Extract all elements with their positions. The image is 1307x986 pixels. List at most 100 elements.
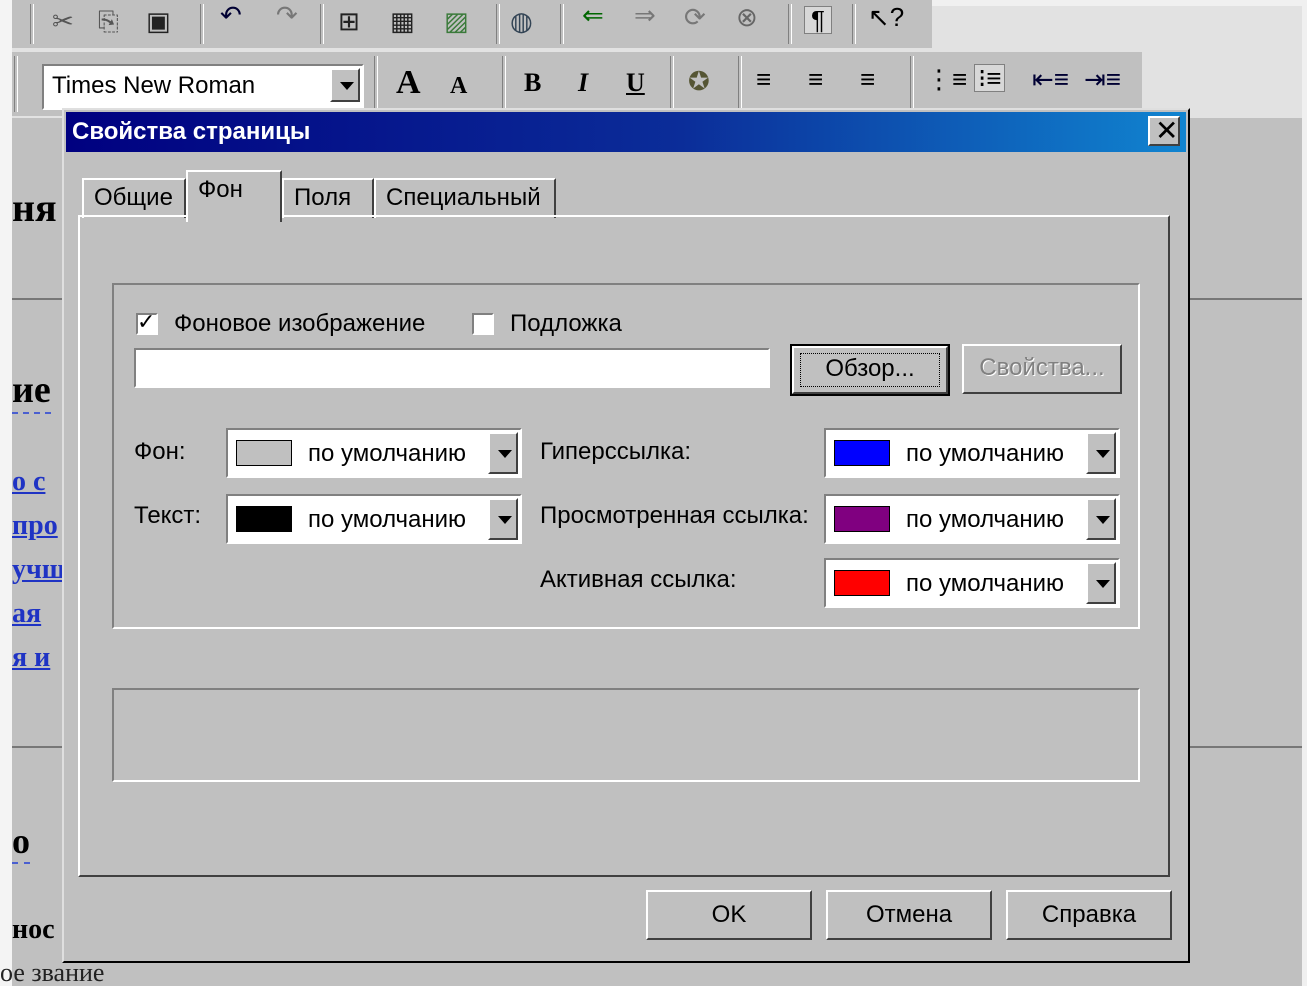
- text-color-value: по умолчанию: [308, 506, 467, 533]
- toolbar-separator: [910, 56, 914, 112]
- toolbar-separator: [320, 4, 324, 44]
- dialog-titlebar[interactable]: Свойства страницы ✕: [66, 112, 1186, 152]
- frame-edge-right: [1302, 0, 1307, 986]
- toolbar-separator: [374, 56, 378, 112]
- properties-button[interactable]: Свойства...: [962, 344, 1122, 394]
- toolbar-separator: [200, 4, 204, 44]
- preview-group: [112, 688, 1140, 782]
- help-pointer-icon[interactable]: ↖?: [868, 4, 904, 30]
- font-name-value: Times New Roman: [52, 72, 256, 99]
- active-link-color-label: Активная ссылка:: [540, 566, 737, 593]
- toolbar-separator: [560, 4, 564, 44]
- bold-button[interactable]: B: [524, 70, 541, 96]
- numbered-list-icon[interactable]: ⋮≡: [926, 66, 967, 92]
- palette-icon[interactable]: ✪: [688, 68, 710, 94]
- shrink-font-icon[interactable]: A: [450, 74, 467, 98]
- forward-icon[interactable]: ⇒: [634, 2, 656, 28]
- align-left-icon[interactable]: ≡: [756, 66, 771, 92]
- toolbar-separator: [496, 4, 500, 44]
- underline-button[interactable]: U: [626, 70, 645, 96]
- toolbar-separator: [788, 4, 792, 44]
- visited-link-color-label: Просмотренная ссылка:: [540, 502, 809, 529]
- color-swatch: [834, 570, 890, 596]
- heading-fragment: о: [12, 820, 30, 864]
- browse-button[interactable]: Обзор...: [790, 344, 950, 396]
- heading-fragment: ня: [12, 185, 57, 230]
- redo-icon[interactable]: ↷: [276, 2, 298, 28]
- paste-icon[interactable]: ▣: [146, 8, 171, 34]
- dropdown-arrow-icon[interactable]: [488, 432, 518, 474]
- table-icon[interactable]: ⊞: [338, 8, 360, 34]
- italic-button[interactable]: I: [578, 70, 588, 96]
- color-swatch: [236, 506, 292, 532]
- doc-link[interactable]: я и: [12, 642, 50, 674]
- tab-background[interactable]: Фон: [186, 170, 282, 222]
- focus-rect: [800, 353, 940, 387]
- color-swatch: [834, 440, 890, 466]
- align-right-icon[interactable]: ≡: [860, 66, 875, 92]
- standard-toolbar: ✂ ⎘ ▣ ↶ ↷ ⊞ ▦ ▨ ◍ ⇐ ⇒ ⟳ ⊗ ¶ ↖?: [12, 0, 932, 48]
- refresh-icon[interactable]: ⟳: [684, 4, 706, 30]
- watermark-checkbox[interactable]: [472, 313, 494, 335]
- toolbar-separator: [502, 56, 506, 112]
- cut-icon[interactable]: ✂: [52, 8, 74, 34]
- dialog-title: Свойства страницы: [72, 118, 311, 145]
- image-icon[interactable]: ▨: [444, 8, 469, 34]
- active-link-color-value: по умолчанию: [906, 570, 1065, 597]
- close-button[interactable]: ✕: [1148, 116, 1180, 146]
- stop-icon[interactable]: ⊗: [736, 4, 758, 30]
- frame-edge-left: [0, 0, 12, 986]
- hyperlink-color-label: Гиперссылка:: [540, 438, 692, 465]
- tab-general[interactable]: Общие: [82, 178, 186, 218]
- background-color-select[interactable]: по умолчанию: [226, 428, 522, 478]
- hyperlink-color-select[interactable]: по умолчанию: [824, 428, 1120, 478]
- background-image-checkbox[interactable]: ✓: [136, 309, 158, 335]
- cancel-button[interactable]: Отмена: [826, 890, 992, 940]
- visited-link-color-select[interactable]: по умолчанию: [824, 494, 1120, 544]
- grid-icon[interactable]: ▦: [390, 8, 415, 34]
- doc-link[interactable]: учш: [12, 554, 65, 586]
- indent-icon[interactable]: ⇥≡: [1084, 66, 1121, 92]
- background-color-value: по умолчанию: [308, 440, 467, 467]
- color-swatch: [834, 506, 890, 532]
- font-name-combobox[interactable]: Times New Roman: [42, 64, 364, 110]
- text-fragment: нос: [12, 914, 55, 945]
- dropdown-arrow-icon[interactable]: [488, 498, 518, 540]
- tab-margins[interactable]: Поля: [282, 178, 374, 218]
- toolbar-separator: [738, 56, 742, 112]
- image-path-field[interactable]: [134, 348, 770, 388]
- font-dropdown-button[interactable]: [330, 68, 360, 102]
- paragraph-icon[interactable]: ¶: [804, 6, 832, 34]
- dropdown-arrow-icon[interactable]: [1086, 432, 1116, 474]
- back-icon[interactable]: ⇐: [582, 2, 604, 28]
- checkmark-icon: ✓: [137, 309, 156, 334]
- hyperlink-color-value: по умолчанию: [906, 440, 1065, 467]
- dropdown-arrow-icon[interactable]: [1086, 498, 1116, 540]
- toolbar-separator: [30, 4, 34, 44]
- background-color-label: Фон:: [134, 438, 186, 465]
- active-link-color-select[interactable]: по умолчанию: [824, 558, 1120, 608]
- web-icon[interactable]: ◍: [510, 8, 533, 34]
- bullet-list-icon[interactable]: ⁝≡: [974, 64, 1006, 92]
- visited-link-color-value: по умолчанию: [906, 506, 1065, 533]
- copy-icon[interactable]: ⎘: [98, 8, 119, 34]
- grow-font-icon[interactable]: A: [396, 66, 421, 100]
- tab-strip: Общие Фон Поля Специальный: [82, 170, 682, 222]
- doc-link[interactable]: ая: [12, 598, 41, 630]
- ok-button[interactable]: OK: [646, 890, 812, 940]
- color-swatch: [236, 440, 292, 466]
- align-center-icon[interactable]: ≡: [808, 66, 823, 92]
- dropdown-arrow-icon[interactable]: [1086, 562, 1116, 604]
- doc-link[interactable]: о с: [12, 466, 45, 498]
- outdent-icon[interactable]: ⇤≡: [1032, 66, 1069, 92]
- undo-icon[interactable]: ↶: [220, 2, 242, 28]
- background-image-label: Фоновое изображение: [174, 310, 426, 337]
- toolbar-separator: [670, 56, 674, 112]
- close-icon: ✕: [1155, 115, 1179, 146]
- app-window: ✂ ⎘ ▣ ↶ ↷ ⊞ ▦ ▨ ◍ ⇐ ⇒ ⟳ ⊗ ¶ ↖? Times New…: [0, 0, 1307, 986]
- text-color-select[interactable]: по умолчанию: [226, 494, 522, 544]
- doc-link[interactable]: про: [12, 510, 58, 542]
- help-button[interactable]: Справка: [1006, 890, 1172, 940]
- tab-special[interactable]: Специальный: [374, 178, 556, 218]
- text-color-label: Текст:: [134, 502, 202, 529]
